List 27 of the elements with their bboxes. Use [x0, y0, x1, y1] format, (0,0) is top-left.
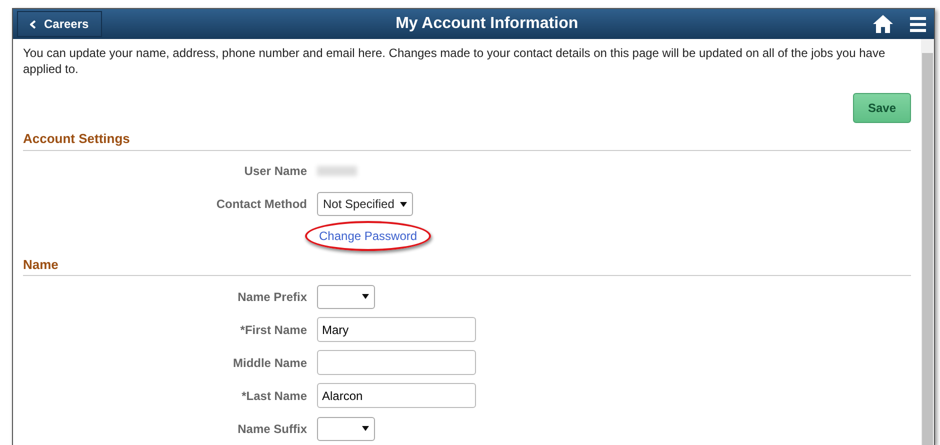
intro-text: You can update your name, address, phone number and email here. Changes made to your contact details on this page will be updated on all of the jobs you have applied to.	[23, 45, 886, 77]
page-title: My Account Information	[394, 14, 580, 34]
field-label: Name Prefix	[236, 288, 307, 306]
save-button[interactable]: Save	[852, 93, 911, 123]
text-field[interactable]: Mary	[317, 317, 476, 342]
back-button[interactable]: Careers	[17, 11, 102, 37]
field-label: *First Name	[239, 322, 307, 338]
change-password-link[interactable]: Change Password	[305, 220, 432, 250]
chevron-left-icon	[30, 20, 36, 28]
dropdown[interactable]	[317, 284, 375, 308]
home-icon[interactable]	[872, 14, 894, 34]
text-field[interactable]	[317, 350, 476, 375]
caret-icon	[362, 426, 369, 431]
field-label: User Name	[243, 163, 307, 180]
field-label: *Last Name	[240, 388, 307, 404]
scrollbar[interactable]	[921, 39, 934, 445]
caret-icon	[400, 202, 408, 206]
field-label: Contact Method	[215, 196, 307, 213]
section-heading: Account Settings	[23, 129, 911, 150]
caret-icon	[362, 294, 369, 299]
dropdown[interactable]	[317, 416, 375, 440]
text-field[interactable]: Alarcon	[317, 383, 476, 408]
field-label: Middle Name	[232, 354, 307, 372]
menu-icon[interactable]	[910, 16, 926, 32]
section-heading: Name	[23, 254, 911, 276]
dropdown[interactable]: Not Specified	[317, 192, 414, 216]
field-label: Name Suffix	[236, 420, 307, 438]
